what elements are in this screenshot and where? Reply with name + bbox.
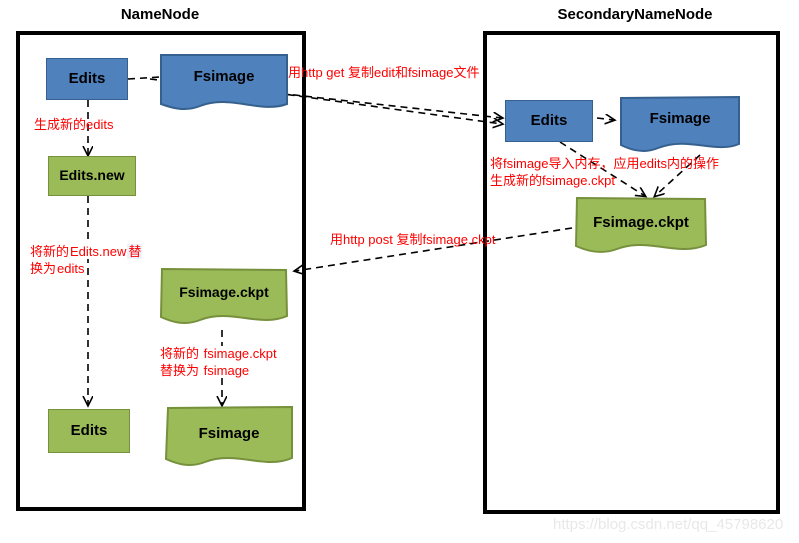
- annotation-text: 将新的: [30, 244, 70, 259]
- annotation-text: 替换为: [160, 363, 200, 378]
- box-nn-fsimage-final[interactable]: Fsimage: [164, 405, 293, 472]
- annotation-highlight: fsimage.ckpt: [202, 346, 278, 361]
- annotation-text: 生成新的fsimage.ckpt: [490, 173, 615, 188]
- box-label: Edits: [68, 70, 106, 87]
- box-nn-fsimage-top[interactable]: Fsimage: [160, 54, 288, 116]
- annotation-gen-new-edits: 生成新的edits: [34, 117, 114, 132]
- annotation-text: 换为: [30, 261, 57, 276]
- annotation-http-post: 用http post 复制fsimage.ckpt: [330, 232, 496, 247]
- annotation-replace-fsimage: 将新的 fsimage.ckpt 替换为 fsimage: [160, 345, 320, 379]
- box-snn-edits[interactable]: Edits: [505, 100, 593, 142]
- box-snn-fsimage[interactable]: Fsimage: [620, 95, 740, 158]
- box-label: Edits: [530, 112, 568, 129]
- box-nn-edits-final[interactable]: Edits: [48, 409, 130, 453]
- annotation-highlight: Edits.new: [69, 244, 128, 259]
- box-label: Edits.new: [59, 167, 125, 183]
- secondarynamenode-title: SecondaryNameNode: [557, 6, 713, 23]
- box-nn-edits-new[interactable]: Edits.new: [48, 156, 136, 196]
- namenode-title: NameNode: [120, 6, 200, 23]
- annotation-replace-edits: 将新的Edits.new 替 换为edits: [30, 243, 210, 277]
- annotation-text: 将新的: [160, 346, 200, 361]
- annotation-text: 将fsimage导入内存，应用edits内的操作: [490, 156, 719, 171]
- diagram-canvas: NameNode SecondaryNameNode Edits Fsimage…: [0, 0, 799, 543]
- annotation-highlight: fsimage: [202, 363, 251, 378]
- box-label: Edits: [70, 422, 108, 439]
- watermark: https://blog.csdn.net/qq_45798620: [553, 516, 784, 533]
- annotation-text: 替: [127, 244, 143, 259]
- annotation-highlight: edits: [56, 261, 86, 276]
- box-snn-fsimage-ckpt[interactable]: Fsimage.ckpt: [574, 196, 708, 259]
- box-nn-fsimage-ckpt[interactable]: Fsimage.ckpt: [159, 267, 289, 330]
- annotation-http-get: 用http get 复制edit和fsimage文件: [288, 65, 480, 80]
- box-nn-edits-top[interactable]: Edits: [46, 58, 128, 100]
- annotation-merge-fsimage: 将fsimage导入内存，应用edits内的操作 生成新的fsimage.ckp…: [490, 155, 790, 189]
